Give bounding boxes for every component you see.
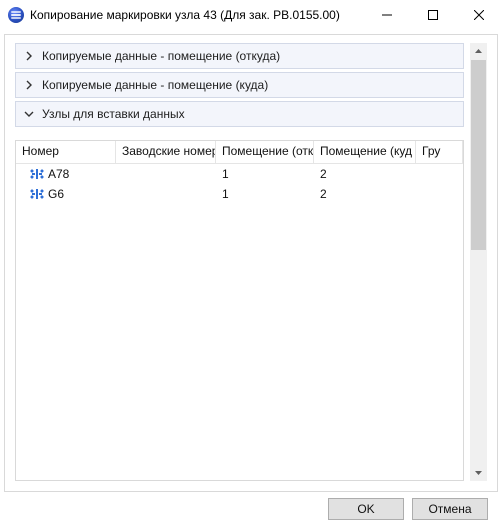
node-icon [30, 169, 44, 179]
button-label: OK [357, 502, 374, 516]
scroll-thumb[interactable] [471, 60, 486, 250]
table-row[interactable]: G6 12 [16, 184, 463, 204]
footer: OK Отмена [4, 492, 498, 526]
node-icon [30, 189, 44, 199]
chevron-right-icon [22, 78, 36, 92]
table-row[interactable]: A78 12 [16, 164, 463, 184]
table-body[interactable]: A78 12 G6 12 [16, 164, 463, 480]
col-header-room-from[interactable]: Помещение (отк [216, 141, 314, 163]
minimize-button[interactable] [364, 0, 410, 30]
cell-room-to: 2 [314, 167, 416, 181]
chevron-right-icon [22, 49, 36, 63]
cell-room-from: 1 [216, 187, 314, 201]
section-header-source[interactable]: Копируемые данные - помещение (откуда) [16, 44, 463, 68]
section-nodes: Узлы для вставки данных [15, 101, 464, 127]
nodes-table: Номер Заводские номер Помещение (отк Пом… [15, 140, 464, 481]
close-button[interactable] [456, 0, 502, 30]
cell-number: A78 [16, 167, 116, 181]
section-header-dest[interactable]: Копируемые данные - помещение (куда) [16, 73, 463, 97]
cell-room-from: 1 [216, 167, 314, 181]
content-main: Копируемые данные - помещение (откуда) К… [15, 43, 464, 481]
cancel-button[interactable]: Отмена [412, 498, 488, 520]
cell-room-to: 2 [314, 187, 416, 201]
col-header-group[interactable]: Гру [416, 141, 463, 163]
cell-number-text: A78 [48, 167, 69, 181]
col-header-room-to[interactable]: Помещение (куд [314, 141, 416, 163]
title-bar[interactable]: Копирование маркировки узла 43 (Для зак.… [0, 0, 502, 30]
section-label: Копируемые данные - помещение (куда) [42, 78, 268, 92]
client-area: Копируемые данные - помещение (откуда) К… [0, 30, 502, 532]
section-header-nodes[interactable]: Узлы для вставки данных [16, 102, 463, 126]
cell-number-text: G6 [48, 187, 64, 201]
ok-button[interactable]: OK [328, 498, 404, 520]
section-label: Узлы для вставки данных [42, 107, 185, 121]
table-header-row: Номер Заводские номер Помещение (отк Пом… [16, 141, 463, 164]
window: Копирование маркировки узла 43 (Для зак.… [0, 0, 502, 532]
col-header-factory[interactable]: Заводские номер [116, 141, 216, 163]
app-icon [8, 7, 24, 23]
chevron-down-icon [22, 107, 36, 121]
vertical-scrollbar[interactable] [470, 43, 487, 481]
section-dest-room: Копируемые данные - помещение (куда) [15, 72, 464, 98]
col-header-number[interactable]: Номер [16, 141, 116, 163]
maximize-button[interactable] [410, 0, 456, 30]
scroll-track[interactable] [470, 60, 487, 464]
content-panel: Копируемые данные - помещение (откуда) К… [4, 34, 498, 492]
section-label: Копируемые данные - помещение (откуда) [42, 49, 280, 63]
scroll-down-button[interactable] [470, 464, 487, 481]
cell-number: G6 [16, 187, 116, 201]
scroll-up-button[interactable] [470, 43, 487, 60]
button-label: Отмена [428, 502, 471, 516]
window-title: Копирование маркировки узла 43 (Для зак.… [30, 8, 364, 22]
section-source-room: Копируемые данные - помещение (откуда) [15, 43, 464, 69]
